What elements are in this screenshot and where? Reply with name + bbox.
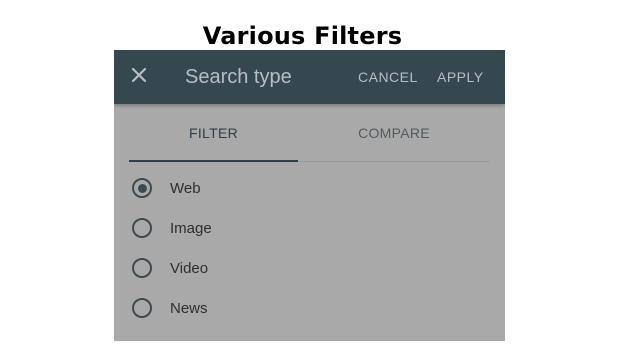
- option-label: Video: [170, 259, 209, 277]
- radio-unselected-icon[interactable]: [132, 218, 152, 238]
- cancel-button[interactable]: CANCEL: [358, 68, 418, 86]
- dialog-header: Search type CANCEL APPLY: [114, 50, 505, 104]
- option-news[interactable]: News: [132, 288, 492, 328]
- slide-title: Various Filters: [202, 22, 403, 50]
- tab-compare[interactable]: COMPARE: [298, 104, 490, 161]
- close-button[interactable]: [126, 64, 152, 90]
- option-web[interactable]: Web: [132, 168, 492, 208]
- apply-button[interactable]: APPLY: [437, 68, 484, 86]
- dialog-title: Search type: [185, 66, 292, 88]
- radio-unselected-icon[interactable]: [132, 258, 152, 278]
- search-type-dialog: Search type CANCEL APPLY FILTER COMPARE …: [114, 50, 505, 341]
- close-icon: [130, 66, 148, 89]
- active-tab-indicator: [129, 160, 298, 162]
- option-label: News: [170, 299, 208, 317]
- radio-selected-icon[interactable]: [132, 178, 152, 198]
- option-image[interactable]: Image: [132, 208, 492, 248]
- option-video[interactable]: Video: [132, 248, 492, 288]
- radio-unselected-icon[interactable]: [132, 298, 152, 318]
- radio-dot: [137, 183, 147, 193]
- slide: Various Filters Search type CANCEL APPLY…: [0, 0, 640, 360]
- search-type-options: Web Image Video News: [132, 168, 492, 328]
- tab-bar: FILTER COMPARE: [129, 104, 490, 162]
- option-label: Image: [170, 219, 212, 237]
- tab-filter[interactable]: FILTER: [129, 104, 298, 161]
- option-label: Web: [170, 179, 201, 197]
